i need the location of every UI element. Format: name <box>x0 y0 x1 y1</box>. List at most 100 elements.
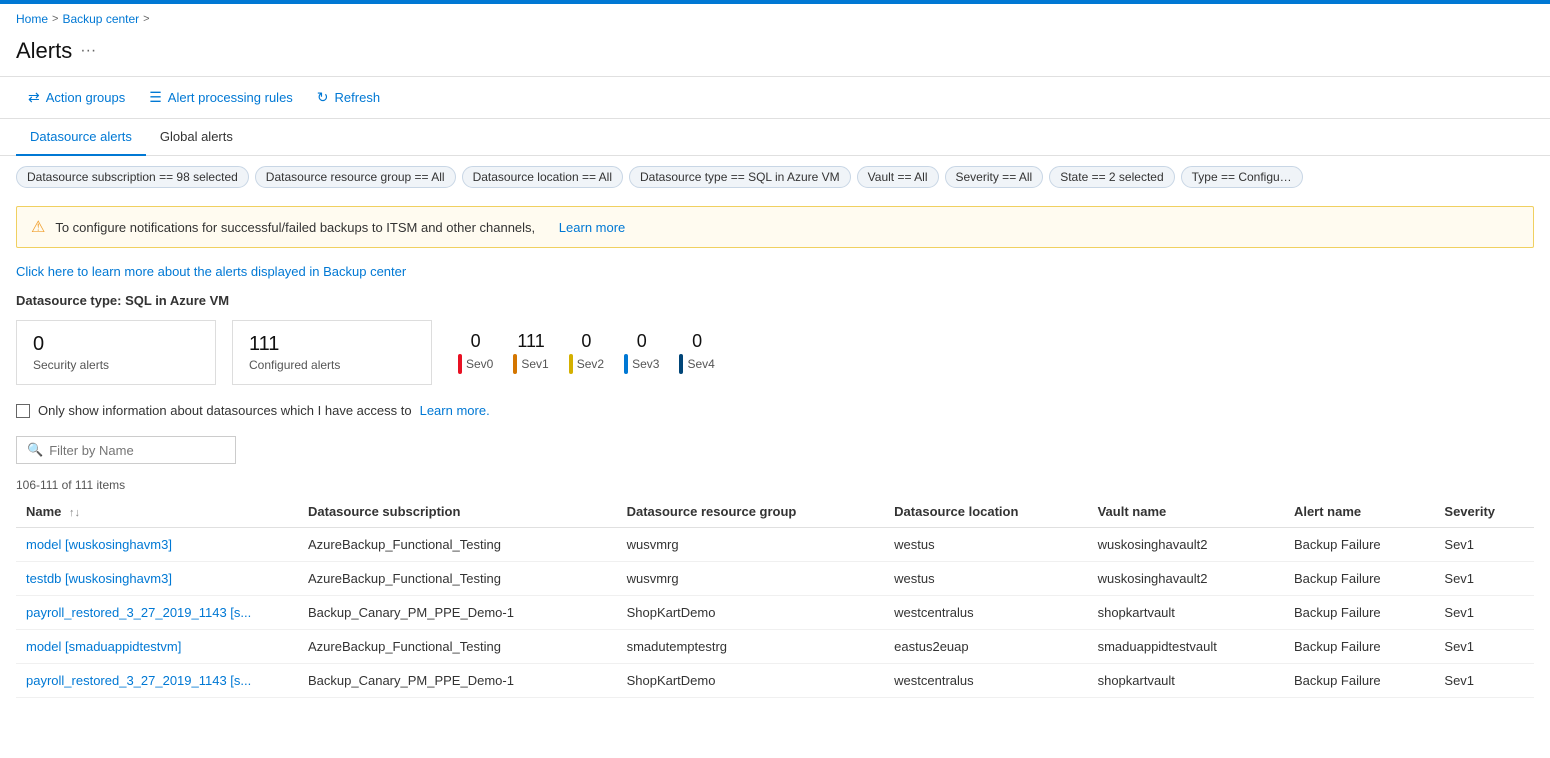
metrics-row: 0 Security alerts 111 Configured alerts … <box>0 314 1550 395</box>
row-name[interactable]: payroll_restored_3_27_2019_1143 [s... <box>16 596 298 630</box>
table-row: payroll_restored_3_27_2019_1143 [s... Ba… <box>16 596 1534 630</box>
row-severity: Sev1 <box>1434 630 1534 664</box>
col-resource-group: Datasource resource group <box>617 496 885 528</box>
table-row: testdb [wuskosinghavm3] AzureBackup_Func… <box>16 562 1534 596</box>
row-name[interactable]: testdb [wuskosinghavm3] <box>16 562 298 596</box>
sev1-label: Sev1 <box>521 357 548 371</box>
sev0-label: Sev0 <box>466 357 493 371</box>
row-name[interactable]: payroll_restored_3_27_2019_1143 [s... <box>16 664 298 698</box>
row-alert-name: Backup Failure <box>1284 630 1434 664</box>
filter-severity[interactable]: Severity == All <box>945 166 1044 188</box>
only-show-checkbox[interactable] <box>16 404 30 418</box>
filter-by-name-container[interactable]: 🔍 <box>16 436 236 464</box>
row-vault-name: shopkartvault <box>1088 664 1284 698</box>
filter-vault[interactable]: Vault == All <box>857 166 939 188</box>
col-alert-name: Alert name <box>1284 496 1434 528</box>
info-learn-more-link[interactable]: Click here to learn more about the alert… <box>0 256 1550 287</box>
warning-icon: ⚠ <box>31 217 45 237</box>
filter-location[interactable]: Datasource location == All <box>462 166 623 188</box>
sev1-item[interactable]: 111 Sev1 <box>513 331 548 374</box>
sev0-bar <box>458 354 462 374</box>
filter-by-name-input[interactable] <box>49 443 225 458</box>
tab-global-alerts[interactable]: Global alerts <box>146 119 247 156</box>
filter-subscription[interactable]: Datasource subscription == 98 selected <box>16 166 249 188</box>
sev4-num: 0 <box>692 331 702 352</box>
page-menu-icon[interactable]: ··· <box>80 42 96 60</box>
alerts-table: Name ↑↓ Datasource subscription Datasour… <box>16 496 1534 698</box>
sev3-item[interactable]: 0 Sev3 <box>624 331 659 374</box>
row-location: westcentralus <box>884 596 1087 630</box>
row-severity: Sev1 <box>1434 664 1534 698</box>
refresh-icon: ↻ <box>317 89 329 106</box>
configured-alerts-card[interactable]: 111 Configured alerts <box>232 320 432 385</box>
page-title: Alerts <box>16 38 72 64</box>
configured-alerts-num: 111 <box>249 333 415 356</box>
sev4-bar <box>679 354 683 374</box>
row-location: westus <box>884 528 1087 562</box>
col-name[interactable]: Name ↑↓ <box>16 496 298 528</box>
row-name[interactable]: model [smaduappidtestvm] <box>16 630 298 664</box>
sev2-label: Sev2 <box>577 357 604 371</box>
row-resource-group: smadutemptestrg <box>617 630 885 664</box>
sev0-item[interactable]: 0 Sev0 <box>458 331 493 374</box>
security-alerts-label: Security alerts <box>33 358 199 372</box>
row-subscription: AzureBackup_Functional_Testing <box>298 630 617 664</box>
row-vault-name: shopkartvault <box>1088 596 1284 630</box>
sev-metrics: 0 Sev0 111 Sev1 0 Sev2 <box>458 331 715 374</box>
action-groups-icon: ⇄ <box>28 89 40 106</box>
breadcrumb-backup-center[interactable]: Backup center <box>62 12 139 26</box>
col-location: Datasource location <box>884 496 1087 528</box>
refresh-button[interactable]: ↻ Refresh <box>305 83 392 112</box>
sev2-item[interactable]: 0 Sev2 <box>569 331 604 374</box>
search-icon: 🔍 <box>27 442 43 458</box>
row-subscription: AzureBackup_Functional_Testing <box>298 562 617 596</box>
alert-processing-rules-button[interactable]: ☰ Alert processing rules <box>137 83 305 112</box>
breadcrumb-home[interactable]: Home <box>16 12 48 26</box>
breadcrumb: Home > Backup center > <box>0 4 1550 34</box>
sev1-num: 111 <box>517 331 544 352</box>
filters-bar: Datasource subscription == 98 selected D… <box>0 156 1550 198</box>
row-resource-group: ShopKartDemo <box>617 664 885 698</box>
action-groups-button[interactable]: ⇄ Action groups <box>16 83 137 112</box>
row-resource-group: wusvmrg <box>617 528 885 562</box>
security-alerts-card[interactable]: 0 Security alerts <box>16 320 216 385</box>
row-alert-name: Backup Failure <box>1284 596 1434 630</box>
row-resource-group: wusvmrg <box>617 562 885 596</box>
sort-icon: ↑↓ <box>69 507 80 519</box>
row-severity: Sev1 <box>1434 562 1534 596</box>
security-alerts-num: 0 <box>33 333 199 356</box>
table-row: model [smaduappidtestvm] AzureBackup_Fun… <box>16 630 1534 664</box>
only-show-text: Only show information about datasources … <box>38 403 412 418</box>
only-show-learn-more[interactable]: Learn more. <box>420 403 490 418</box>
tab-datasource-alerts[interactable]: Datasource alerts <box>16 119 146 156</box>
configured-alerts-label: Configured alerts <box>249 358 415 372</box>
col-subscription: Datasource subscription <box>298 496 617 528</box>
filter-type[interactable]: Type == Configu… <box>1181 166 1303 188</box>
sev4-label: Sev4 <box>687 357 714 371</box>
table-row: model [wuskosinghavm3] AzureBackup_Funct… <box>16 528 1534 562</box>
sev3-bar <box>624 354 628 374</box>
row-location: westus <box>884 562 1087 596</box>
row-vault-name: wuskosinghavault2 <box>1088 528 1284 562</box>
row-subscription: AzureBackup_Functional_Testing <box>298 528 617 562</box>
row-alert-name: Backup Failure <box>1284 664 1434 698</box>
col-vault-name: Vault name <box>1088 496 1284 528</box>
table-container: Name ↑↓ Datasource subscription Datasour… <box>0 496 1550 698</box>
filter-datasource-type[interactable]: Datasource type == SQL in Azure VM <box>629 166 851 188</box>
filter-state[interactable]: State == 2 selected <box>1049 166 1174 188</box>
datasource-type-label: Datasource type: SQL in Azure VM <box>0 287 1550 314</box>
sev4-item[interactable]: 0 Sev4 <box>679 331 714 374</box>
row-resource-group: ShopKartDemo <box>617 596 885 630</box>
row-vault-name: smaduappidtestvault <box>1088 630 1284 664</box>
row-name[interactable]: model [wuskosinghavm3] <box>16 528 298 562</box>
sev2-num: 0 <box>581 331 591 352</box>
row-alert-name: Backup Failure <box>1284 528 1434 562</box>
row-subscription: Backup_Canary_PM_PPE_Demo-1 <box>298 664 617 698</box>
warning-banner: ⚠ To configure notifications for success… <box>16 206 1534 248</box>
filter-resource-group[interactable]: Datasource resource group == All <box>255 166 456 188</box>
page-header: Alerts ··· <box>0 34 1550 76</box>
warning-learn-more-link[interactable]: Learn more <box>559 220 625 235</box>
sev3-label: Sev3 <box>632 357 659 371</box>
row-location: eastus2euap <box>884 630 1087 664</box>
row-subscription: Backup_Canary_PM_PPE_Demo-1 <box>298 596 617 630</box>
